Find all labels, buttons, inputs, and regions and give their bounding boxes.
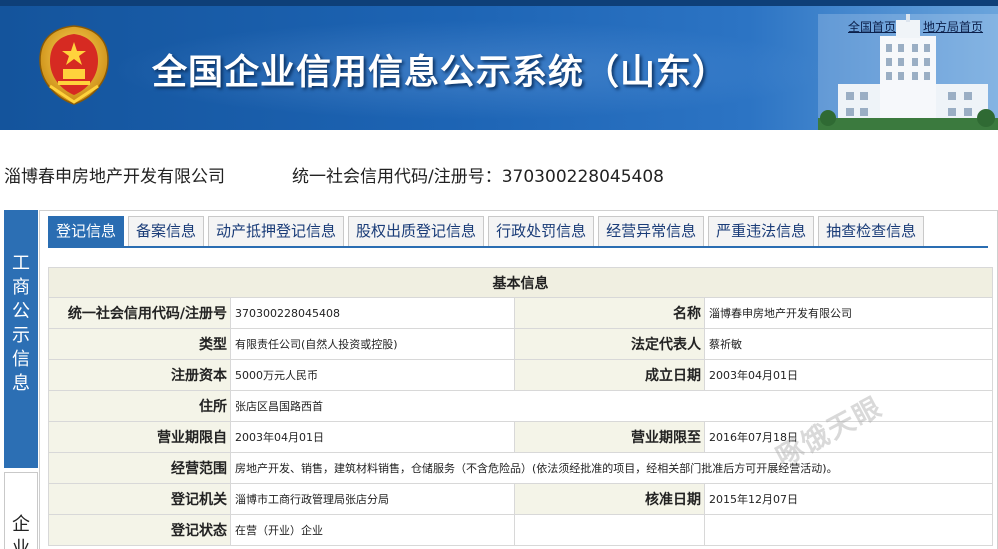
field-label: 营业期限自 [48, 421, 231, 453]
table-row: 类型 有限责任公司(自然人投资或控股) 法定代表人 蔡祈敏 [48, 328, 993, 360]
field-label: 注册资本 [48, 359, 231, 391]
table-row: 经营范围 房地产开发、销售，建筑材料销售，仓储服务（不含危险品）(依法须经批准的… [48, 452, 993, 484]
tab-registration-info[interactable]: 登记信息 [48, 216, 125, 246]
field-label: 登记状态 [48, 514, 231, 546]
field-label: 核准日期 [514, 483, 705, 515]
registration-status-field: 在营（开业）企业 [230, 514, 515, 546]
company-type-field: 有限责任公司(自然人投资或控股) [230, 328, 515, 360]
registration-panel: 登记信息 备案信息 动产抵押登记信息 股权出质登记信息 行政处罚信息 经营异常信息 严重违法… [39, 210, 998, 549]
field-label: 营业期限至 [514, 421, 705, 453]
section-title: 基本信息 [48, 267, 993, 298]
legal-rep-field: 蔡祈敏 [704, 328, 993, 360]
national-home-link[interactable]: 全国首页 [848, 18, 896, 35]
tab-chattel-mortgage[interactable]: 动产抵押登记信息 [208, 216, 345, 246]
credit-code-label: 统一社会信用代码/注册号： [292, 167, 502, 187]
credit-code-value: 370300228045408 [501, 167, 664, 187]
term-from-field: 2003年04月01日 [230, 421, 515, 453]
field-label: 住所 [48, 390, 231, 422]
field-label: 经营范围 [48, 452, 231, 484]
banner-top-stripe [0, 0, 998, 6]
credit-code-field: 370300228045408 [230, 297, 515, 329]
site-title: 全国企业信用信息公示系统（山东） [152, 53, 729, 93]
company-name-field: 淄博春申房地产开发有限公司 [704, 297, 993, 329]
tab-abnormal-operation[interactable]: 经营异常信息 [598, 216, 705, 246]
table-row: 注册资本 5000万元人民币 成立日期 2003年04月01日 [48, 359, 993, 391]
registration-authority-field: 淄博市工商行政管理局张店分局 [230, 483, 515, 515]
field-label: 登记机关 [48, 483, 231, 515]
tab-admin-penalty[interactable]: 行政处罚信息 [488, 216, 595, 246]
field-label: 统一社会信用代码/注册号 [48, 297, 231, 329]
field-label: 法定代表人 [514, 328, 705, 360]
empty-cell [514, 514, 705, 546]
tab-equity-pledge[interactable]: 股权出质登记信息 [348, 216, 485, 246]
company-summary: 淄博春申房地产开发有限公司 统一社会信用代码/注册号：3703002280454… [4, 162, 664, 187]
field-label: 类型 [48, 328, 231, 360]
tab-underline [48, 246, 988, 248]
side-tab-label: 工商公示信息 [12, 253, 30, 394]
national-emblem-icon [39, 25, 109, 105]
established-date-field: 2003年04月01日 [704, 359, 993, 391]
side-tab-business-disclosure[interactable]: 工商公示信息 [4, 210, 38, 468]
business-scope-field: 房地产开发、销售，建筑材料销售，仓储服务（不含危险品）(依法须经批准的项目，经相… [230, 452, 993, 484]
approval-date-field: 2015年12月07日 [704, 483, 993, 515]
credit-code-summary: 统一社会信用代码/注册号：370300228045408 [292, 162, 664, 187]
table-row: 登记机关 淄博市工商行政管理局张店分局 核准日期 2015年12月07日 [48, 483, 993, 515]
side-tab-enterprise-disclosure[interactable]: 企业 [4, 472, 38, 549]
empty-cell [704, 514, 993, 546]
registered-capital-field: 5000万元人民币 [230, 359, 515, 391]
side-tab-label: 企业 [12, 514, 30, 549]
header-banner: 全国企业信用信息公示系统（山东） 全国首页 地方局首页 [0, 0, 998, 130]
tab-filing-info[interactable]: 备案信息 [128, 216, 205, 246]
field-label: 名称 [514, 297, 705, 329]
tab-serious-violation[interactable]: 严重违法信息 [708, 216, 815, 246]
table-row: 统一社会信用代码/注册号 370300228045408 名称 淄博春申房地产开… [48, 297, 993, 329]
info-tabs: 登记信息 备案信息 动产抵押登记信息 股权出质登记信息 行政处罚信息 经营异常信息 严重违法… [48, 216, 928, 246]
table-row: 基本信息 [48, 267, 993, 298]
tab-spot-check[interactable]: 抽查检查信息 [818, 216, 925, 246]
company-name: 淄博春申房地产开发有限公司 [4, 167, 225, 187]
field-label: 成立日期 [514, 359, 705, 391]
local-home-link[interactable]: 地方局首页 [923, 18, 983, 35]
table-row: 登记状态 在营（开业）企业 [48, 514, 993, 546]
